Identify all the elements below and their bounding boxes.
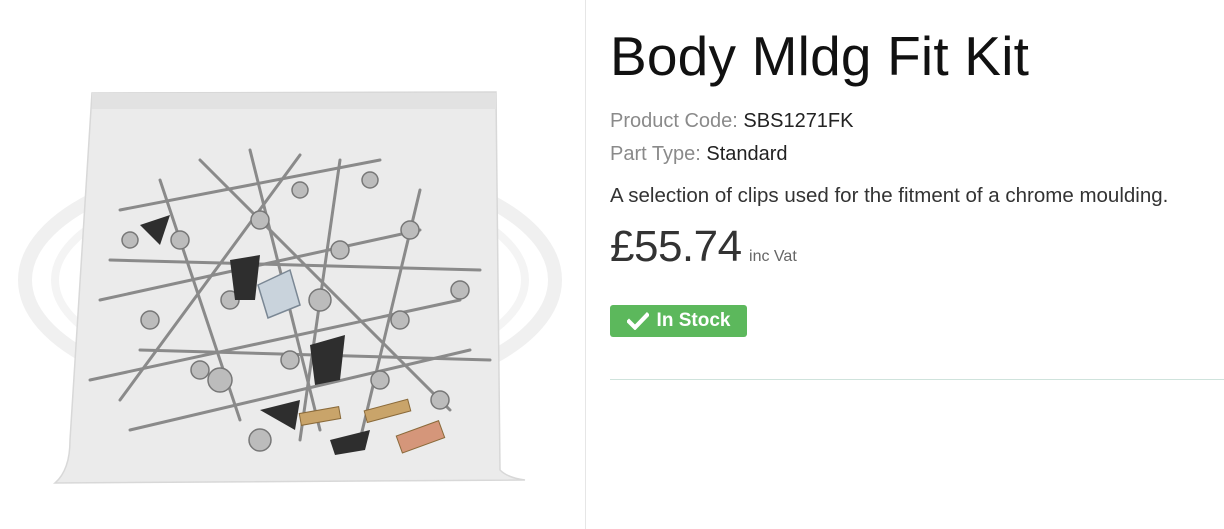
- section-divider: [610, 379, 1224, 380]
- product-image[interactable]: [0, 0, 585, 529]
- part-type-value: Standard: [706, 143, 788, 165]
- product-code-value: SBS1271FK: [743, 110, 854, 132]
- product-info: Body Mldg Fit Kit Product Code: SBS1271F…: [610, 0, 1224, 529]
- product-code-label: Product Code:: [610, 110, 738, 132]
- check-icon: [626, 312, 649, 330]
- price-vat-note: inc Vat: [749, 248, 797, 265]
- stock-status-badge: In Stock: [610, 305, 747, 337]
- product-description: A selection of clips used for the fitmen…: [610, 184, 1169, 207]
- price-row: £55.74 inc Vat: [610, 222, 797, 272]
- product-image-panel: [0, 0, 586, 529]
- part-type-label: Part Type:: [610, 143, 701, 165]
- stock-status-label: In Stock: [656, 310, 731, 331]
- product-title: Body Mldg Fit Kit: [610, 25, 1030, 87]
- part-type-row: Part Type: Standard: [610, 143, 788, 166]
- product-code-row: Product Code: SBS1271FK: [610, 110, 854, 133]
- product-price: £55.74: [610, 222, 742, 271]
